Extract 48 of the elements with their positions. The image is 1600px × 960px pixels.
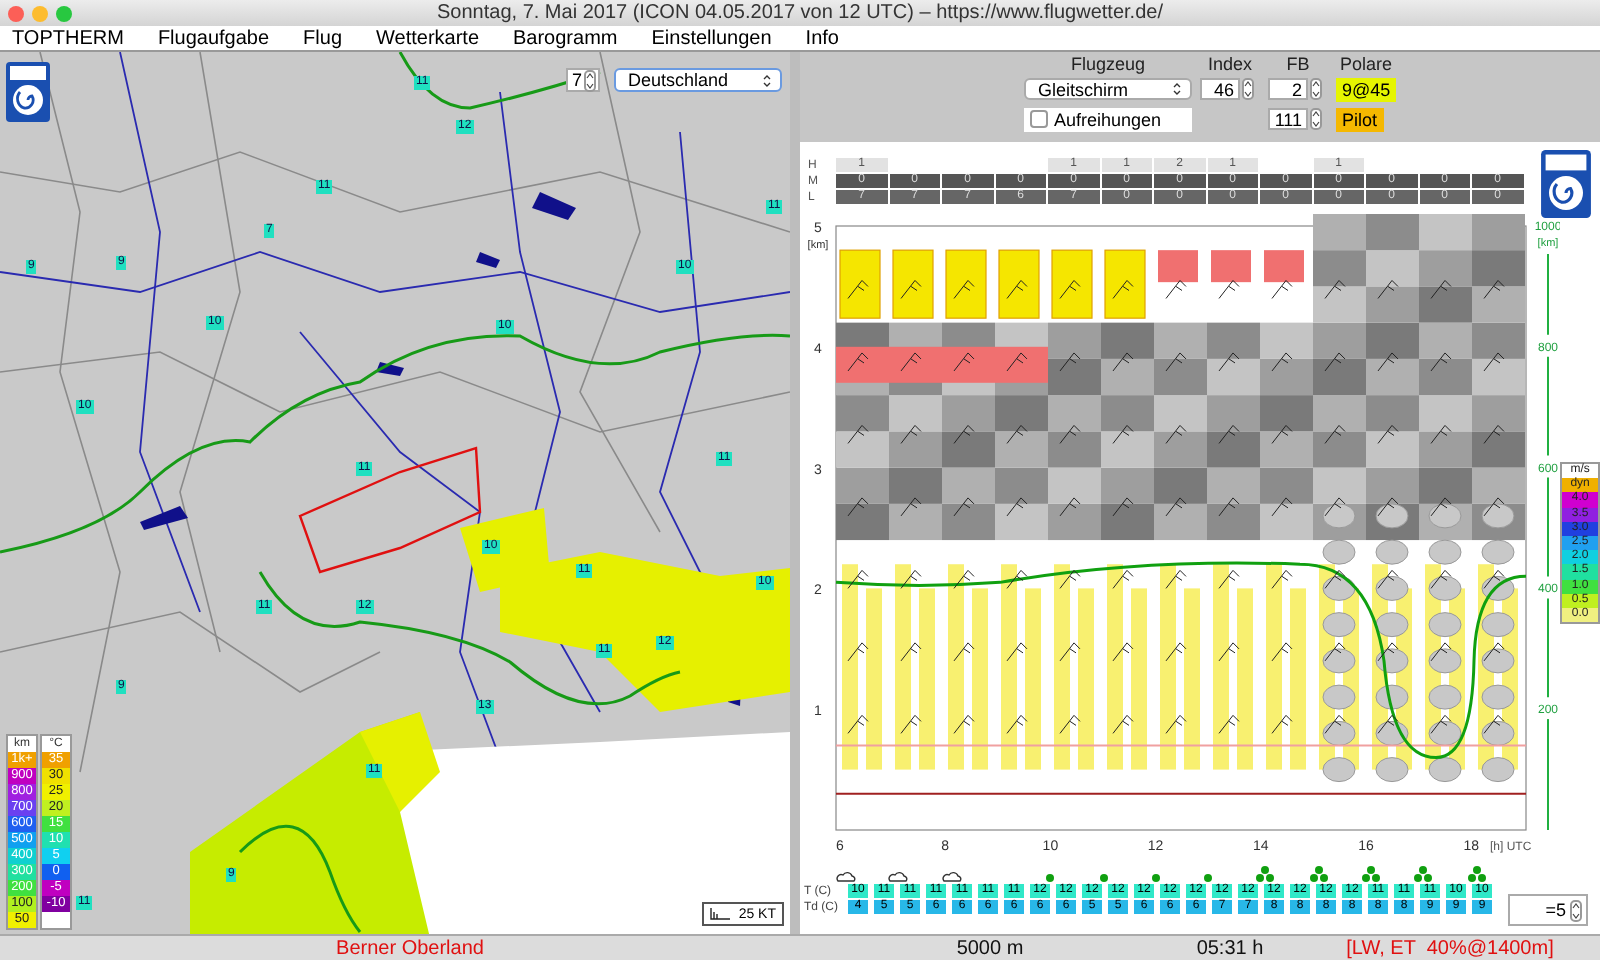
- checkbox-icon[interactable]: [1030, 110, 1048, 128]
- pilot-value: Pilot: [1336, 107, 1384, 131]
- step-field[interactable]: =5: [1508, 894, 1588, 926]
- dot-icon: [1151, 874, 1160, 882]
- menu-item[interactable]: Flugaufgabe: [157, 27, 270, 49]
- field-label: FB: [1284, 53, 1312, 73]
- field-label: Polare: [1337, 53, 1394, 73]
- menu-item[interactable]: Flug: [303, 27, 342, 49]
- aircraft-select[interactable]: Gleitschirm: [1024, 78, 1192, 100]
- menu-item[interactable]: Wetterkarte: [376, 27, 479, 49]
- window-title: Sonntag, 7. Mai 2017 (ICON 04.05.2017 von 12 UTC) – https://www.flugwetter.de/: [435, 2, 1165, 24]
- region-select[interactable]: Deutschland: [614, 68, 782, 92]
- dot-cluster-icon: [1309, 866, 1328, 882]
- stepper-icon[interactable]: [1310, 78, 1322, 100]
- cloud-icon: [941, 870, 962, 882]
- dwd-logo: [6, 62, 50, 122]
- status-text: 5000 m: [954, 937, 1026, 959]
- dot-cluster-icon: [1414, 866, 1433, 882]
- dot-cluster-icon: [1362, 866, 1380, 882]
- day-spinner[interactable]: 7: [566, 68, 600, 92]
- status-text: [LW, ET 40%@1400m]: [1344, 937, 1556, 959]
- polar-value: 9@45: [1336, 77, 1397, 101]
- dot-icon: [1204, 874, 1213, 882]
- wind-barb-icon: [710, 908, 731, 920]
- dot-cluster-icon: [1256, 866, 1275, 882]
- menu-item[interactable]: Info: [805, 27, 839, 49]
- index-field[interactable]: 46: [1200, 78, 1240, 100]
- stepper-icon[interactable]: [584, 69, 596, 91]
- dot-icon: [1099, 874, 1107, 882]
- menu-item[interactable]: Einstellungen: [651, 27, 772, 49]
- stepper-icon[interactable]: [1242, 78, 1254, 100]
- field-label: Flugzeug: [1068, 53, 1148, 73]
- dot-cluster-icon: [1467, 866, 1486, 882]
- aufreihungen-checkbox[interactable]: Aufreihungen: [1024, 107, 1192, 131]
- menu-item[interactable]: TOPTHERM: [12, 27, 124, 49]
- status-text: Berner Oberland: [334, 937, 486, 959]
- caret-icon: [762, 73, 772, 87]
- caret-icon: [1172, 82, 1182, 96]
- pilot-field[interactable]: 111: [1268, 108, 1308, 130]
- status-text: 05:31 h: [1194, 937, 1266, 959]
- cloud-icon: [888, 870, 909, 882]
- stepper-icon[interactable]: [1310, 108, 1322, 130]
- cloud-icon: [836, 870, 856, 882]
- dot-icon: [1046, 874, 1055, 882]
- field-label: Index: [1205, 53, 1255, 73]
- menu-item[interactable]: Barogramm: [513, 27, 618, 49]
- stepper-icon[interactable]: [1570, 899, 1582, 921]
- fb-field[interactable]: 2: [1268, 78, 1308, 100]
